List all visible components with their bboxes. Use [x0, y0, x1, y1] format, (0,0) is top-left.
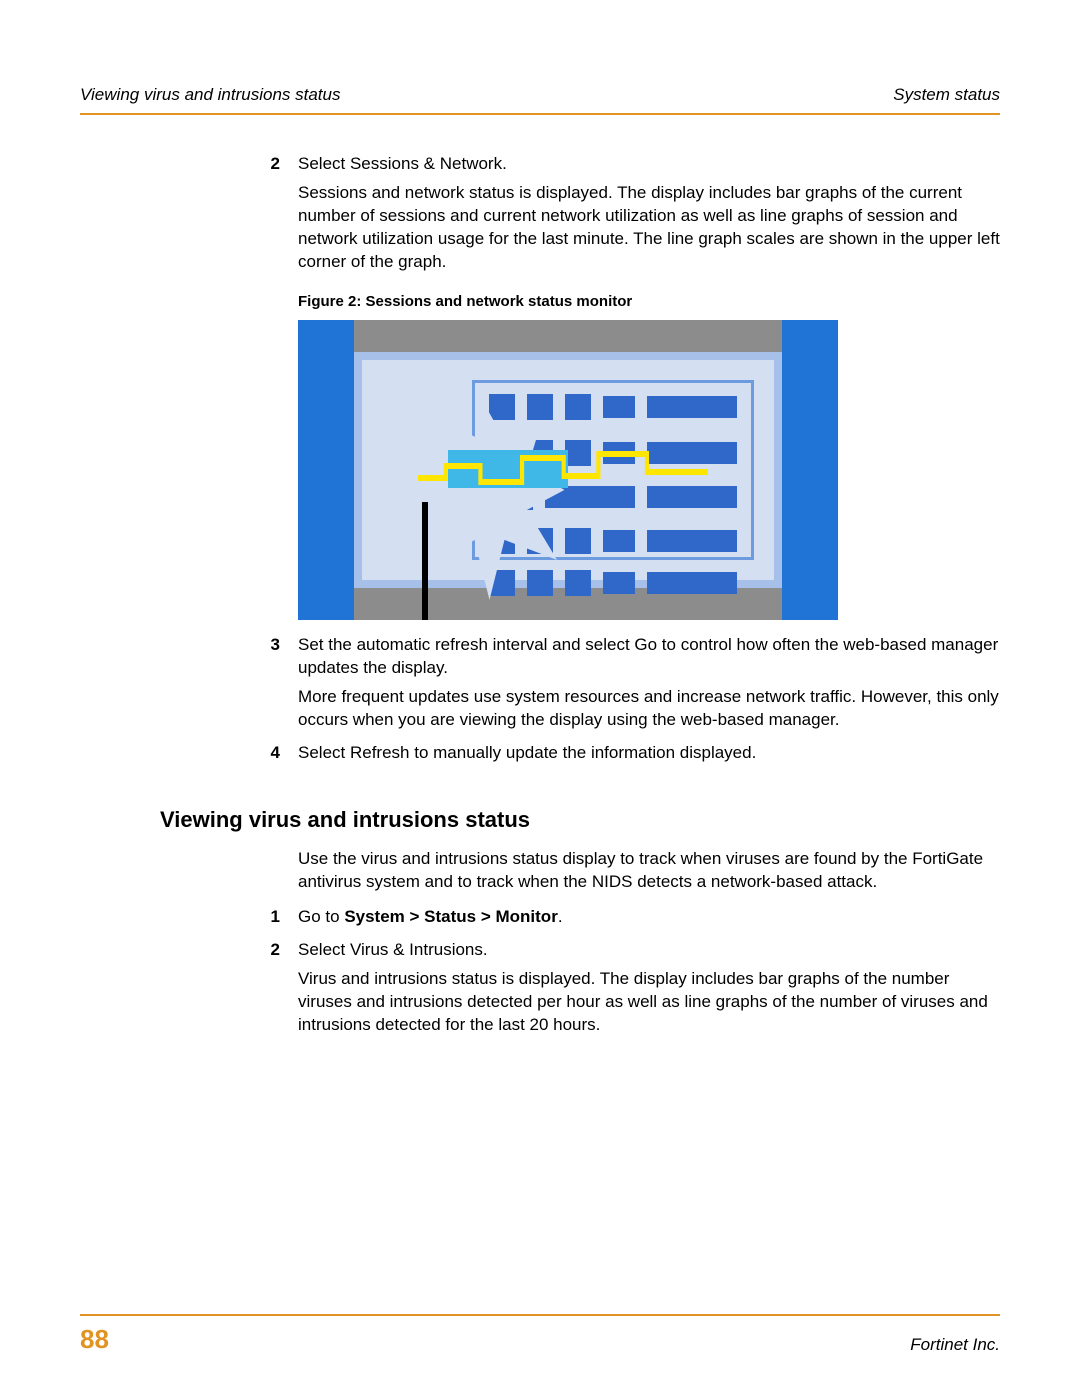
step-body: Select Sessions & Network. Sessions and … — [298, 153, 1000, 620]
step-lead: Select Sessions & Network. — [298, 153, 1000, 176]
section-heading: Viewing virus and intrusions status — [160, 805, 1000, 835]
step-2: 2 Select Sessions & Network. Sessions an… — [240, 153, 1000, 620]
steps-before-figure: 2 Select Sessions & Network. Sessions an… — [240, 153, 1000, 771]
step-body: Set the automatic refresh interval and s… — [298, 634, 1000, 738]
step-body: Go to System > Status > Monitor. — [298, 906, 1000, 935]
step-body: Select Refresh to manually update the in… — [298, 742, 1000, 771]
step-number: 3 — [240, 634, 298, 657]
page-number: 88 — [80, 1322, 109, 1357]
step-lead: Select Refresh to manually update the in… — [298, 742, 1000, 765]
header-right: System status — [893, 84, 1000, 107]
header-left: Viewing virus and intrusions status — [80, 84, 341, 107]
step-number: 2 — [240, 153, 298, 176]
step-body: Select Virus & Intrusions. Virus and int… — [298, 939, 1000, 1043]
step-number: 4 — [240, 742, 298, 765]
step-lead: Select Virus & Intrusions. — [298, 939, 1000, 962]
section-intro: Use the virus and intrusions status disp… — [298, 848, 1000, 894]
text: Go to — [298, 907, 344, 926]
step-1-bottom: 1 Go to System > Status > Monitor. — [240, 906, 1000, 935]
step-number: 1 — [240, 906, 298, 929]
figure-sessions-network-monitor — [298, 320, 838, 620]
step-number: 2 — [240, 939, 298, 962]
step-detail: Sessions and network status is displayed… — [298, 182, 1000, 274]
step-detail: More frequent updates use system resourc… — [298, 686, 1000, 732]
section-body: Use the virus and intrusions status disp… — [240, 848, 1000, 1043]
step-detail: Virus and intrusions status is displayed… — [298, 968, 1000, 1037]
step-2-bottom: 2 Select Virus & Intrusions. Virus and i… — [240, 939, 1000, 1043]
text: . — [558, 907, 563, 926]
footer-brand: Fortinet Inc. — [910, 1334, 1000, 1357]
running-header: Viewing virus and intrusions status Syst… — [80, 84, 1000, 115]
figure-caption: Figure 2: Sessions and network status mo… — [298, 292, 1000, 312]
step-lead: Go to System > Status > Monitor. — [298, 906, 1000, 929]
nav-path: System > Status > Monitor — [344, 907, 558, 926]
step-4: 4 Select Refresh to manually update the … — [240, 742, 1000, 771]
page-footer: 88 Fortinet Inc. — [80, 1314, 1000, 1357]
step-3: 3 Set the automatic refresh interval and… — [240, 634, 1000, 738]
step-lead: Set the automatic refresh interval and s… — [298, 634, 1000, 680]
